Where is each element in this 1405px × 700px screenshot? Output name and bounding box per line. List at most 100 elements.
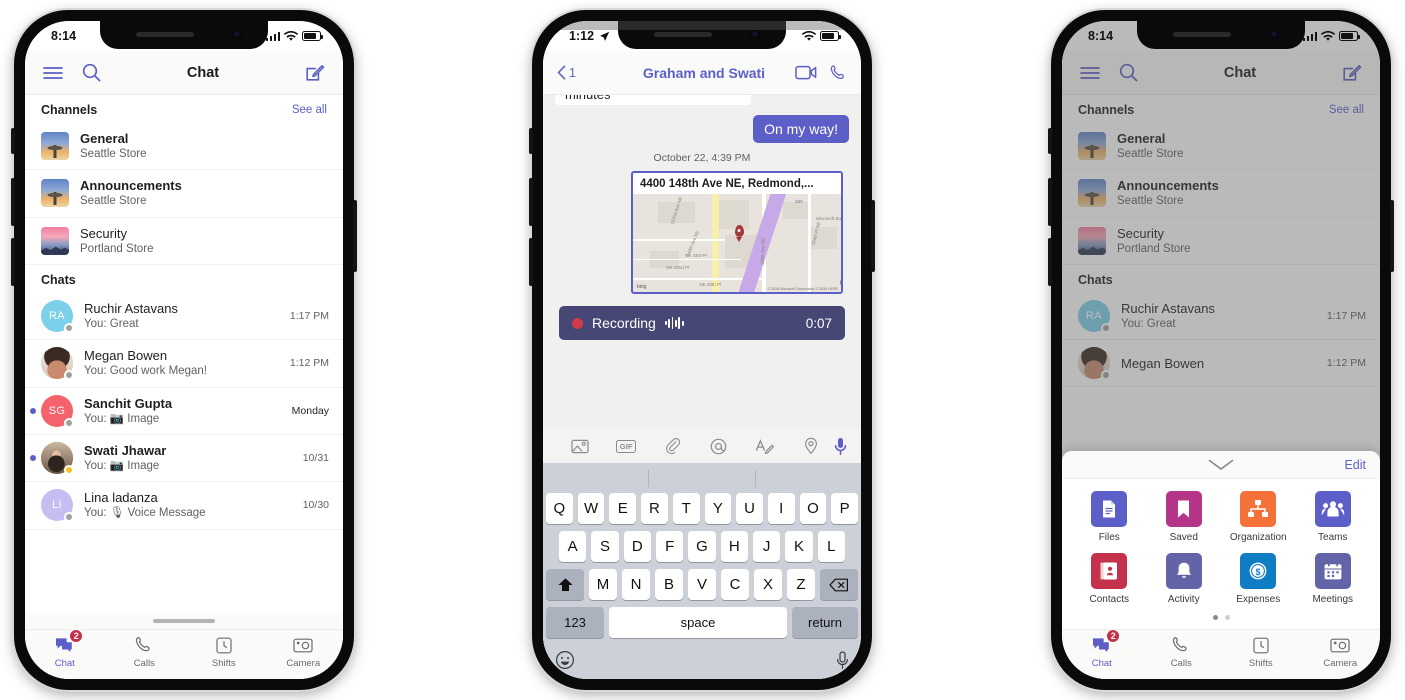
key-f[interactable]: F xyxy=(656,531,684,562)
emoji-icon[interactable] xyxy=(555,650,575,670)
mention-icon[interactable] xyxy=(696,438,742,455)
app-label: Contacts xyxy=(1089,594,1129,605)
app-tile-activity[interactable]: Activity xyxy=(1147,553,1222,605)
key-v[interactable]: V xyxy=(688,569,716,600)
presence-badge xyxy=(64,465,74,476)
chevron-down-icon[interactable] xyxy=(1208,459,1234,471)
app-label: Meetings xyxy=(1312,594,1354,605)
channel-row[interactable]: Security Portland Store xyxy=(25,218,343,265)
key-g[interactable]: G xyxy=(688,531,716,562)
power-button[interactable] xyxy=(353,200,357,272)
tab-chat[interactable]: 2 Chat xyxy=(1062,629,1142,669)
tab-camera[interactable]: Camera xyxy=(264,635,344,669)
key-o[interactable]: O xyxy=(799,493,827,524)
key-r[interactable]: R xyxy=(641,493,668,524)
channel-row[interactable]: General Seattle Store xyxy=(25,123,343,171)
key-p[interactable]: P xyxy=(831,493,859,524)
key-b[interactable]: B xyxy=(655,569,683,600)
channel-row[interactable]: Announcements Seattle Store xyxy=(25,170,343,218)
volume-up-button[interactable] xyxy=(529,178,533,226)
channels-see-all-link[interactable]: See all xyxy=(292,104,327,116)
key-a[interactable]: A xyxy=(559,531,587,562)
chat-name: Ruchir Astavans xyxy=(84,300,178,316)
key-l[interactable]: L xyxy=(817,531,845,562)
on-screen-keyboard[interactable]: QWERTYUIOP ASDFGHJKL MNBVCXZ 123 space r… xyxy=(543,463,861,679)
dictation-microphone-icon[interactable] xyxy=(836,650,849,670)
numbers-key[interactable]: 123 xyxy=(546,607,604,638)
chat-row[interactable]: Megan Bowen You: Good work Megan! 1:12 P… xyxy=(25,340,343,388)
audio-call-icon[interactable] xyxy=(830,64,847,82)
mute-switch[interactable] xyxy=(529,128,533,154)
app-tile-saved[interactable]: Saved xyxy=(1147,491,1222,543)
key-n[interactable]: N xyxy=(622,569,650,600)
key-w[interactable]: W xyxy=(577,493,605,524)
app-tile-organization[interactable]: Organization xyxy=(1221,491,1296,543)
key-h[interactable]: H xyxy=(720,531,748,562)
key-d[interactable]: D xyxy=(623,531,651,562)
tab-camera[interactable]: Camera xyxy=(1301,635,1381,669)
tab-shifts[interactable]: Shifts xyxy=(1221,635,1301,669)
image-icon[interactable] xyxy=(557,439,603,454)
chat-row[interactable]: LI Lina ladanza You: 🎙 Voice Message 10/… xyxy=(25,482,343,530)
power-button[interactable] xyxy=(871,200,875,272)
gif-icon[interactable]: GIF xyxy=(603,439,649,453)
page-dot[interactable] xyxy=(1224,615,1230,620)
key-i[interactable]: I xyxy=(767,493,795,524)
key-k[interactable]: K xyxy=(785,531,813,562)
key-s[interactable]: S xyxy=(591,531,619,562)
compose-icon[interactable] xyxy=(303,61,327,85)
back-button[interactable]: 1 xyxy=(557,65,613,80)
mute-switch[interactable] xyxy=(1048,128,1052,154)
app-tile-teams[interactable]: Teams xyxy=(1296,491,1371,543)
key-c[interactable]: C xyxy=(721,569,749,600)
volume-down-button[interactable] xyxy=(1048,238,1052,286)
bing-logo: bing xyxy=(637,284,647,290)
chat-row[interactable]: Swati Jhawar You: 📷 Image 10/31 xyxy=(25,435,343,483)
volume-down-button[interactable] xyxy=(11,238,15,286)
power-button[interactable] xyxy=(1390,200,1394,272)
message-list[interactable]: minutes On my way! October 22, 4:39 PM 4… xyxy=(543,95,861,429)
volume-down-button[interactable] xyxy=(529,238,533,286)
location-message-card[interactable]: 4400 148th Ave NE, Redmond,... 152nd Ave… xyxy=(631,171,843,294)
app-label: Organization xyxy=(1229,532,1287,543)
key-e[interactable]: E xyxy=(609,493,637,524)
key-z[interactable]: Z xyxy=(787,569,815,600)
app-tile-contacts[interactable]: Contacts xyxy=(1072,553,1147,605)
tab-calls[interactable]: Calls xyxy=(1142,635,1222,669)
app-tile-meetings[interactable]: Meetings xyxy=(1296,553,1371,605)
key-q[interactable]: Q xyxy=(545,493,573,524)
edit-button[interactable]: Edit xyxy=(1344,458,1366,472)
seattle-space-needle-photo xyxy=(41,179,69,208)
microphone-icon[interactable] xyxy=(834,437,847,456)
key-y[interactable]: Y xyxy=(704,493,732,524)
key-u[interactable]: U xyxy=(736,493,763,524)
chat-row[interactable]: RA Ruchir Astavans You: Great 1:17 PM xyxy=(25,293,343,341)
space-key[interactable]: space xyxy=(609,607,787,638)
chat-row[interactable]: SG Sanchit Gupta You: 📷 Image Monday xyxy=(25,388,343,435)
page-dot-active[interactable] xyxy=(1212,615,1218,620)
format-text-icon[interactable] xyxy=(742,438,788,455)
paperclip-icon[interactable] xyxy=(649,437,695,455)
key-m[interactable]: M xyxy=(589,569,617,600)
app-tile-expenses[interactable]: $ Expenses xyxy=(1221,553,1296,605)
location-pin-icon[interactable] xyxy=(788,437,834,455)
tab-calls[interactable]: Calls xyxy=(105,635,185,669)
tab-shifts[interactable]: Shifts xyxy=(184,635,264,669)
back-count: 1 xyxy=(569,65,576,80)
hamburger-menu-icon[interactable] xyxy=(41,61,65,85)
tab-label: Shifts xyxy=(1248,658,1273,669)
shift-key[interactable] xyxy=(546,569,584,600)
search-icon[interactable] xyxy=(79,61,103,85)
key-x[interactable]: X xyxy=(754,569,782,600)
mute-switch[interactable] xyxy=(11,128,15,154)
recording-bar[interactable]: Recording 0:07 xyxy=(559,306,845,340)
volume-up-button[interactable] xyxy=(11,178,15,226)
tab-chat[interactable]: 2 Chat xyxy=(25,629,105,669)
volume-up-button[interactable] xyxy=(1048,178,1052,226)
backspace-key[interactable] xyxy=(820,569,858,600)
video-call-icon[interactable] xyxy=(795,65,817,80)
key-j[interactable]: J xyxy=(752,531,781,562)
return-key[interactable]: return xyxy=(792,607,858,638)
app-tile-files[interactable]: Files xyxy=(1072,491,1147,543)
key-t[interactable]: T xyxy=(672,493,700,524)
